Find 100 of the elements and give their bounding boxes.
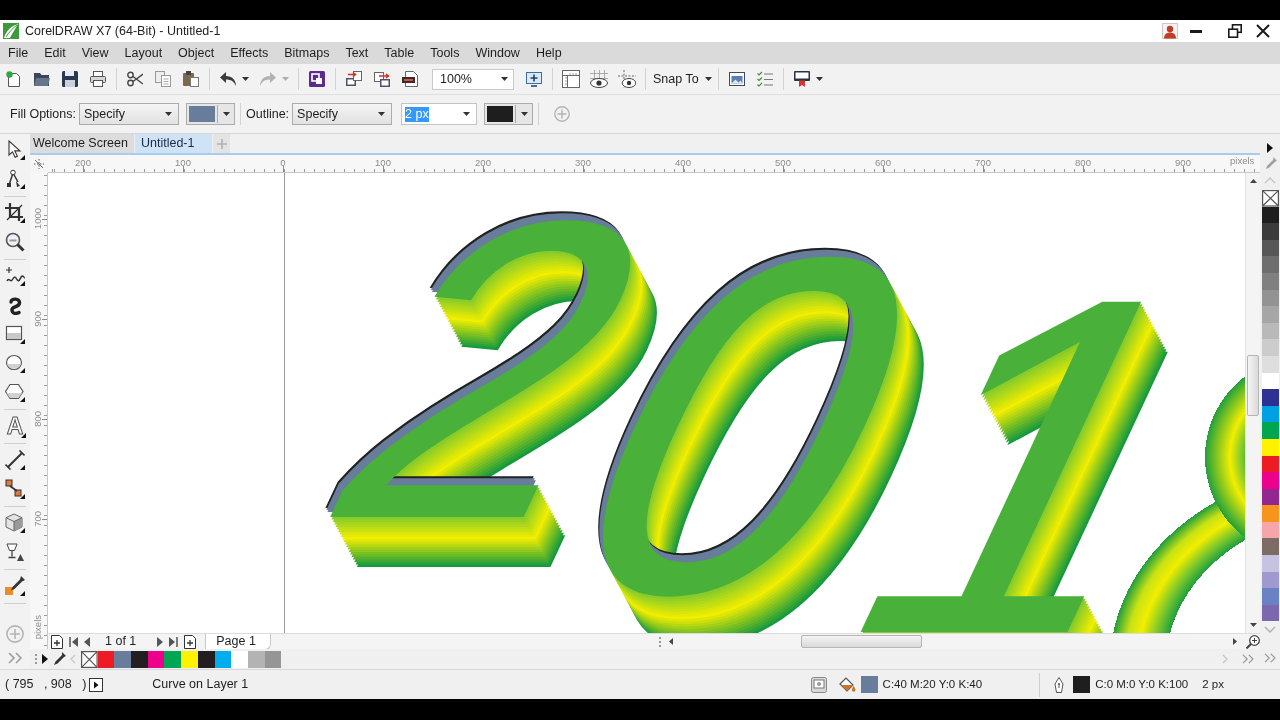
user-icon[interactable] (1162, 23, 1178, 39)
color-swatch-icon[interactable] (1261, 555, 1279, 572)
export-icon[interactable] (374, 71, 390, 87)
add-page-icon[interactable] (184, 634, 197, 649)
hexagon-icon[interactable] (5, 382, 25, 402)
menu-item[interactable]: Layout (116, 44, 171, 62)
menu-item[interactable]: Bitmaps (276, 44, 338, 62)
color-swatch-icon[interactable] (1261, 538, 1279, 556)
cube-icon[interactable] (5, 513, 25, 533)
menu-item[interactable]: Window (467, 44, 528, 62)
first-page-icon[interactable] (69, 636, 78, 647)
scroll-up-icon[interactable] (1249, 179, 1257, 183)
monitor-ribbon-icon[interactable] (793, 71, 810, 87)
right-triangle-icon[interactable] (1267, 143, 1273, 153)
checklist-icon[interactable] (756, 71, 773, 87)
caret-icon[interactable] (463, 112, 471, 116)
menu-item[interactable]: Object (170, 44, 223, 62)
restore-icon[interactable] (1228, 24, 1242, 38)
menu-item[interactable]: File (0, 44, 37, 62)
color-swatch-icon[interactable] (164, 650, 182, 668)
caret-icon[interactable] (378, 112, 386, 116)
copy-icon[interactable] (155, 71, 171, 87)
color-swatch-icon[interactable] (1261, 339, 1279, 356)
eyedropper-icon[interactable] (52, 652, 66, 666)
caret-icon[interactable] (165, 112, 172, 116)
menu-item[interactable]: Help (527, 44, 570, 62)
close-icon[interactable] (1256, 24, 1270, 38)
last-page-icon[interactable] (169, 636, 179, 647)
no-color-swatch-icon[interactable] (1261, 190, 1279, 207)
snap-to-button[interactable]: Snap To (650, 71, 714, 87)
eyedropper-icon[interactable] (5, 576, 25, 596)
document-tab[interactable]: Welcome Screen (30, 134, 134, 153)
dimension-icon[interactable] (5, 450, 25, 470)
undo-icon[interactable] (220, 72, 236, 86)
color-swatch-icon[interactable] (1261, 306, 1279, 323)
new-document-icon[interactable] (6, 71, 22, 87)
previous-page-icon[interactable] (84, 636, 90, 647)
caret-icon[interactable] (520, 112, 528, 116)
open-folder-icon[interactable] (34, 71, 50, 87)
import-icon[interactable] (346, 71, 362, 87)
pointer-icon[interactable] (5, 140, 25, 160)
ellipse-icon[interactable] (5, 353, 25, 373)
menu-item[interactable]: Tools (422, 44, 468, 62)
add-page-icon[interactable] (51, 634, 63, 649)
caret-icon[interactable] (815, 77, 823, 81)
caret-icon[interactable] (242, 77, 249, 81)
outline-type-dropdown[interactable]: Specify (292, 103, 393, 125)
color-swatch-icon[interactable] (1261, 505, 1279, 522)
document-tab[interactable]: Untitled-1 (134, 134, 213, 153)
outline-color-button[interactable] (484, 103, 534, 125)
full-screen-icon[interactable] (526, 71, 542, 87)
image-window-icon[interactable] (728, 71, 745, 87)
next-page-icon[interactable] (157, 636, 164, 647)
menu-item[interactable]: Edit (36, 44, 74, 62)
fill-type-dropdown[interactable]: Specify (79, 103, 179, 125)
transparency-icon[interactable] (5, 542, 25, 562)
color-swatch-icon[interactable] (231, 650, 248, 668)
screen-icon[interactable] (810, 676, 827, 693)
shape-tool-icon[interactable] (5, 169, 25, 189)
menu-item[interactable]: View (73, 44, 117, 62)
color-swatch-icon[interactable] (1261, 389, 1279, 406)
paste-icon[interactable] (183, 71, 199, 87)
text-tool-button[interactable]: A (4, 414, 26, 439)
crop-icon[interactable] (5, 203, 25, 223)
freehand-icon[interactable] (5, 266, 25, 286)
print-icon[interactable] (90, 71, 106, 87)
rectangle-icon[interactable] (5, 324, 25, 344)
color-swatch-icon[interactable] (131, 650, 148, 668)
color-swatch-icon[interactable] (181, 650, 198, 668)
scroll-left-icon[interactable] (669, 638, 673, 645)
menu-item[interactable]: Text (337, 44, 377, 62)
save-icon[interactable] (62, 71, 78, 87)
scroll-right-icon[interactable] (1233, 638, 1237, 645)
color-swatch-icon[interactable] (1261, 256, 1279, 273)
page-tab[interactable]: Page 1 (205, 633, 271, 650)
ruler-icon[interactable] (562, 70, 580, 88)
color-swatch-icon[interactable] (1261, 588, 1279, 605)
menu-item[interactable]: Table (376, 44, 423, 62)
triangle-box-icon[interactable] (89, 677, 104, 692)
document-export-icon[interactable] (402, 71, 418, 87)
no-color-swatch-icon[interactable] (81, 650, 98, 668)
grid-eye-icon[interactable] (590, 70, 608, 88)
scroll-thumb[interactable] (1247, 355, 1259, 416)
zoom-level-dropdown[interactable]: 100% (432, 68, 514, 90)
magnifier-icon[interactable] (5, 232, 25, 252)
fill-color-button[interactable] (186, 103, 235, 125)
color-swatch-icon[interactable] (1261, 223, 1279, 240)
caret-icon[interactable] (704, 77, 712, 81)
color-swatch-icon[interactable] (1261, 472, 1279, 489)
app-tile-icon[interactable] (309, 71, 325, 87)
scroll-thumb[interactable] (801, 635, 922, 648)
caret-icon[interactable] (501, 77, 508, 81)
cut-icon[interactable] (127, 71, 143, 87)
color-swatch-icon[interactable] (1261, 422, 1279, 439)
ruler-origin-icon[interactable] (33, 158, 45, 170)
connector-icon[interactable] (5, 479, 25, 499)
caret-icon[interactable] (222, 112, 230, 116)
scroll-down-icon[interactable] (1249, 623, 1257, 627)
color-swatch-icon[interactable] (114, 650, 132, 668)
minimize-icon[interactable] (1190, 29, 1202, 33)
